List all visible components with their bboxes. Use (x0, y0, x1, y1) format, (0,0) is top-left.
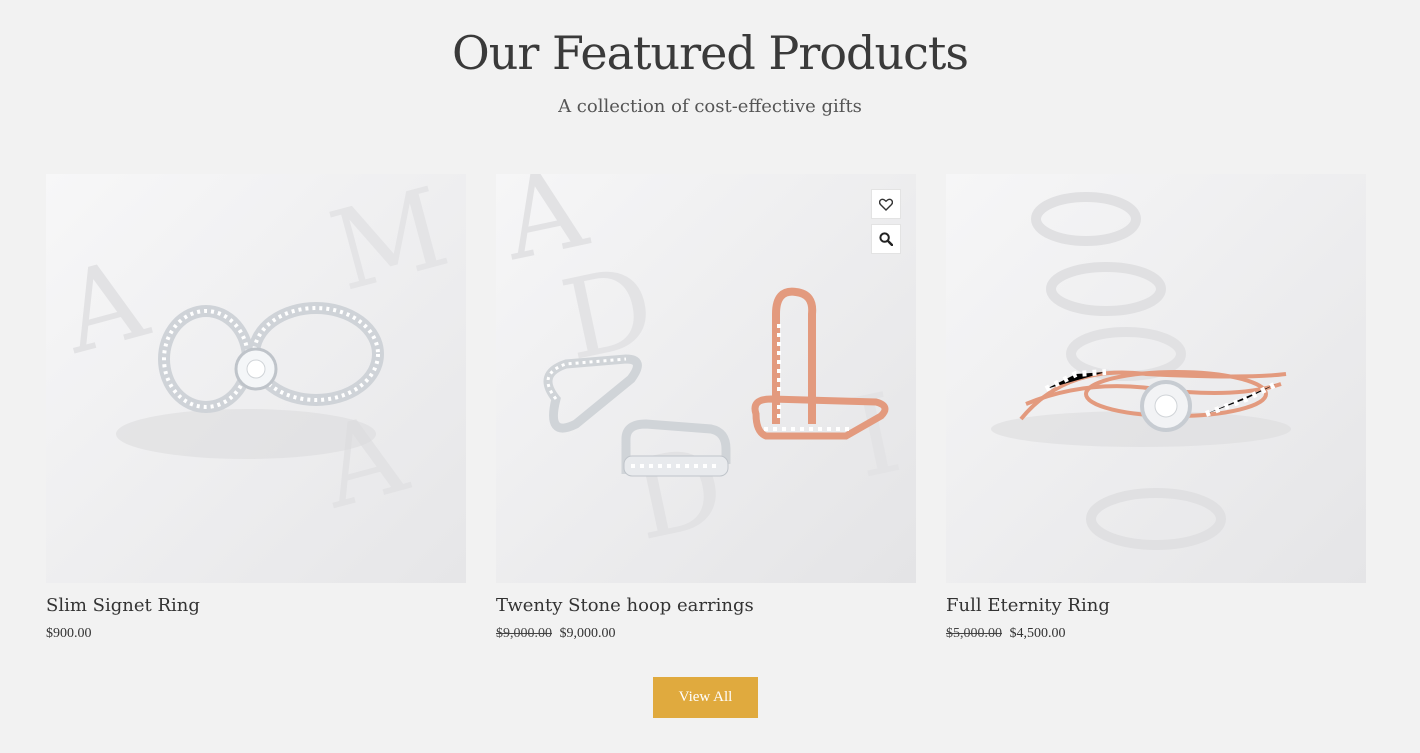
heart-icon (879, 198, 893, 211)
price-row: $900.00 (46, 626, 466, 642)
product-name[interactable]: Twenty Stone hoop earrings (496, 595, 916, 616)
ring-icon: A M A (46, 174, 466, 583)
price-row: $9,000.00 $9,000.00 (496, 626, 916, 642)
product-image[interactable] (946, 174, 1366, 583)
earrings-icon: A D D I (496, 174, 916, 583)
product-card-slim-signet-ring[interactable]: A M A Slim Signet Ring $900.00 (46, 174, 466, 642)
product-image[interactable]: A M A (46, 174, 466, 583)
product-card-twenty-stone-hoop-earrings[interactable]: A D D I Twenty Stone hoop earrings $9,00… (496, 174, 916, 642)
price: $9,000.00 (559, 626, 616, 641)
price: $4,500.00 (1009, 626, 1066, 641)
section-subtitle: A collection of cost-effective gifts (558, 96, 862, 117)
product-image[interactable]: A D D I (496, 174, 916, 583)
ring-icon (946, 174, 1366, 583)
product-name[interactable]: Slim Signet Ring (46, 595, 466, 616)
wishlist-button[interactable] (871, 189, 901, 219)
old-price: $5,000.00 (946, 626, 1002, 641)
search-icon (879, 232, 893, 246)
quickview-button[interactable] (871, 224, 901, 254)
product-card-full-eternity-ring[interactable]: Full Eternity Ring $5,000.00 $4,500.00 (946, 174, 1366, 642)
price: $900.00 (46, 626, 92, 641)
section-title: Our Featured Products (452, 26, 969, 80)
price-row: $5,000.00 $4,500.00 (946, 626, 1366, 642)
view-all-button[interactable]: View All (653, 677, 758, 718)
old-price: $9,000.00 (496, 626, 552, 641)
product-name[interactable]: Full Eternity Ring (946, 595, 1366, 616)
